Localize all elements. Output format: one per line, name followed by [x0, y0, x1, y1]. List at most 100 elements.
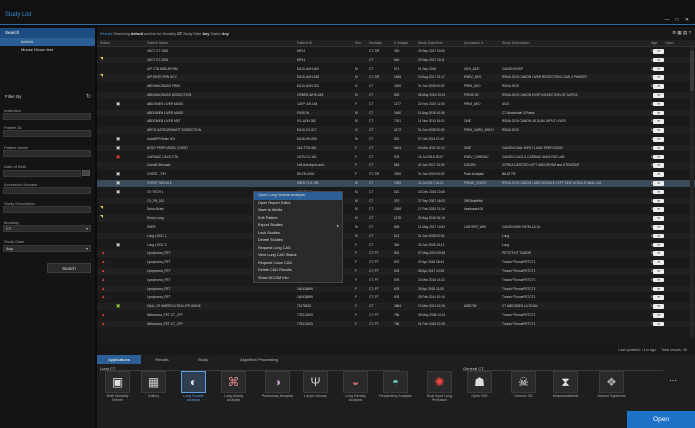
restore-icon[interactable]: □ — [674, 17, 680, 23]
column-header[interactable]: Modality — [369, 40, 382, 47]
open-study-icon[interactable]: ➔ — [653, 84, 664, 89]
patient-id-field[interactable] — [3, 130, 91, 137]
table-row[interactable]: Carotid Stenosis Left Aneurysm and... F CT 5… — [97, 162, 695, 169]
context-menu-item[interactable]: View Lung CAD Status — [254, 252, 342, 260]
context-menu-item[interactable]: Delete Studies — [254, 237, 342, 245]
open-study-icon[interactable]: ➔ — [653, 233, 664, 239]
open-study-icon[interactable]: ➔ — [653, 313, 664, 318]
app-tile[interactable]: ◒ Lung Density Analysis — [339, 371, 372, 411]
context-menu-item[interactable]: Export Studies ▸ — [254, 222, 342, 230]
scrollbar-thumb[interactable] — [690, 51, 694, 91]
open-study-icon[interactable]: ➔ — [653, 128, 664, 133]
open-study-icon[interactable]: ➔ — [653, 154, 664, 160]
calendar-icon[interactable] — [82, 170, 90, 176]
context-menu-item[interactable]: Edit Patient — [254, 215, 342, 223]
open-study-icon[interactable]: ➔ — [653, 225, 664, 230]
open-study-icon[interactable]: ➔ — [653, 137, 664, 142]
table-row[interactable]: ▣Lung LODC 3014002FCT36426 Jan 2006 15:1… — [97, 242, 695, 249]
app-tile[interactable]: ⌘ Lung Airway Analysis — [217, 371, 250, 411]
column-header[interactable]: Age — [651, 40, 657, 47]
open-study-icon[interactable]: ➔ — [653, 110, 664, 116]
open-study-icon[interactable]: ➔ — [653, 260, 664, 265]
open-study-icon[interactable]: ➔ — [653, 145, 664, 151]
patient-name-field[interactable] — [3, 150, 91, 157]
app-tile[interactable]: ◑ Pulmonary Analysis — [261, 371, 294, 411]
modality-select[interactable]: CT ▾ — [3, 225, 91, 232]
table-scrollbar[interactable] — [690, 47, 694, 337]
refresh-icon[interactable]: ↻ — [86, 93, 91, 100]
table-row[interactable]: ▲ Melanoma_PET-CT_2TP 778210429 F CT, PT 786 0… — [97, 312, 695, 319]
table-row[interactable]: ▣ CARDIAC CACS CTA CATV-CV-181 F CT 903 16 Jul… — [97, 154, 695, 161]
open-study-icon[interactable]: ➔ — [653, 163, 664, 168]
table-row[interactable]: A/P CTA ANEURYSM EA10-AUH-009 M CT 571 01 Sep… — [97, 66, 695, 73]
table-row[interactable]: Demo Lung07460630MCT117830 Aug 2016 04:1… — [97, 215, 695, 222]
app-tile[interactable]: ⧗ Musculoskeletal — [549, 371, 582, 411]
table-row[interactable]: ▣ AutoMPR Brain 001 EA16-HN-059 M CT 801 07 Oc… — [97, 136, 695, 143]
context-menu-item[interactable]: Delete CAD Results — [254, 267, 342, 275]
open-study-icon[interactable]: ➔ — [653, 57, 664, 63]
open-study-icon[interactable]: ➔ — [653, 321, 664, 327]
context-menu-item[interactable]: Request Colon CAD — [254, 260, 342, 268]
table-row[interactable]: CV_PA_012000141MCT37927 Sep 2007 16:0329… — [97, 197, 695, 205]
context-menu-item[interactable]: Open Lung Nodule Analysis — [254, 192, 342, 200]
open-study-icon[interactable]: ➔ — [653, 101, 664, 107]
column-header[interactable]: Patient ID — [297, 40, 312, 47]
tab-results[interactable]: Results — [142, 355, 182, 364]
open-study-icon[interactable]: ➔ — [653, 198, 664, 204]
table-row[interactable]: Lung LODC 1014103MCT61301 Jan 2008 00:00… — [97, 232, 695, 240]
column-header[interactable]: Study Description — [502, 40, 529, 47]
table-row[interactable]: ENEEFREIB-ON-091MCT84511 May 2017 14:51L… — [97, 224, 695, 231]
column-header[interactable]: # Images — [394, 40, 408, 47]
table-row[interactable]: ▲ Melanoma_PET-CT_2TP 778210429 F CT, PT 786 0… — [97, 320, 695, 328]
app-tile[interactable]: ☗ Open RIO — [463, 371, 496, 411]
saved-search-mouse-dicom[interactable]: Mouse Dicom test — [0, 46, 95, 54]
column-header[interactable]: Status — [100, 40, 110, 47]
table-row[interactable]: ▣ CHEST - PE+ 89-CN-0001 F CT, SR 2000 01 Jan … — [97, 171, 695, 178]
table-row[interactable]: ▲ Lymphoma_PET 160438699 F CT, PT 678 26 Apr 2… — [97, 285, 695, 293]
open-study-icon[interactable]: ➔ — [653, 172, 664, 177]
table-row[interactable]: ▲Lymphoma_PET160438699FCT, PT80107 May 2… — [97, 250, 695, 257]
table-row[interactable]: ABDOMEN LIVER MASS FUSION M CT 1460 11 Aug 20… — [97, 109, 695, 117]
tab-algorithm-processing[interactable]: Algorithm Processing — [224, 355, 294, 364]
table-row[interactable]: ▲Lymphoma_PET160438699FCT, PT67920 Apr 2… — [97, 259, 695, 266]
saved-search-default[interactable]: default — [0, 38, 95, 46]
table-row[interactable]: ▣ CHEST NODULE IMED-TLH-198 M CT 1992 12 Jul 2… — [97, 180, 695, 187]
study-desc-field[interactable] — [3, 206, 91, 213]
open-button[interactable]: Open — [627, 411, 695, 428]
table-row[interactable]: ▣CV TECH 1CANON 16MCT52110 Dec 2018 13:4… — [97, 189, 695, 196]
app-tile[interactable]: ◐ Lung Nodule Analysis — [177, 371, 210, 411]
open-study-icon[interactable]: ➔ — [653, 304, 664, 309]
open-study-icon[interactable]: ➔ — [653, 242, 664, 248]
accession-field[interactable] — [3, 187, 91, 194]
institution-field[interactable] — [3, 113, 91, 120]
open-study-icon[interactable]: ➔ — [653, 189, 664, 195]
settings-icon[interactable]: ⚙ — [672, 30, 676, 35]
help-icon[interactable]: ? — [688, 30, 691, 35]
app-tile[interactable]: ❖ Volume Synthesis — [595, 371, 628, 411]
more-apps-icon[interactable]: ⋯ — [669, 376, 677, 385]
table-row[interactable]: 4DCT CT 1962 MPL2 CT, SR 340 29 Sep 2017 00:… — [97, 48, 695, 55]
context-menu-item[interactable]: Show DICOM Info — [254, 275, 342, 283]
table-row[interactable]: ABDOMEN LIVER MET IV1-AOH-362 M CT 7301 11 No… — [97, 118, 695, 125]
column-header[interactable]: Sex — [355, 40, 361, 47]
open-study-icon[interactable]: ➔ — [653, 286, 664, 292]
app-tile[interactable]: ▦ Gallery — [137, 371, 170, 411]
print-icon[interactable]: ▤ — [683, 30, 687, 35]
context-menu-item[interactable]: Open Report Editor — [254, 200, 342, 208]
minimize-icon[interactable]: — — [664, 17, 670, 23]
table-row[interactable]: ▲Lymphoma_PET160438699FCT, PT67808 Apr 2… — [97, 268, 695, 275]
tab-study[interactable]: Study — [183, 355, 223, 364]
table-row[interactable]: 4DCT CT-1961MPL1CT64029 Sep 2017 15:1117… — [97, 56, 695, 64]
app-tile[interactable]: ✺ Dual Input Lung Perfusion — [423, 371, 456, 411]
table-row[interactable]: A/P ENTR SPN HCC EA10-AUH-248 M CT, SR 1665 1… — [97, 74, 695, 81]
table-row[interactable]: ▣ MALL OF AMERICA SEA LIFE ANGIE 73178524 F… — [97, 303, 695, 310]
dob-field[interactable] — [3, 170, 81, 177]
search-button[interactable]: Search — [47, 263, 91, 273]
open-study-icon[interactable]: ➔ — [653, 93, 664, 98]
open-study-icon[interactable]: ➔ — [653, 66, 664, 72]
context-menu-item[interactable]: Lock Studies — [254, 230, 342, 238]
table-row[interactable]: Demo Brainheadcase100MCT234817 Feb 2020 … — [97, 206, 695, 213]
context-menu-item[interactable]: Save to Media — [254, 207, 342, 215]
grid-icon[interactable]: ▦ — [677, 30, 681, 35]
open-study-icon[interactable]: ➔ — [653, 75, 664, 80]
